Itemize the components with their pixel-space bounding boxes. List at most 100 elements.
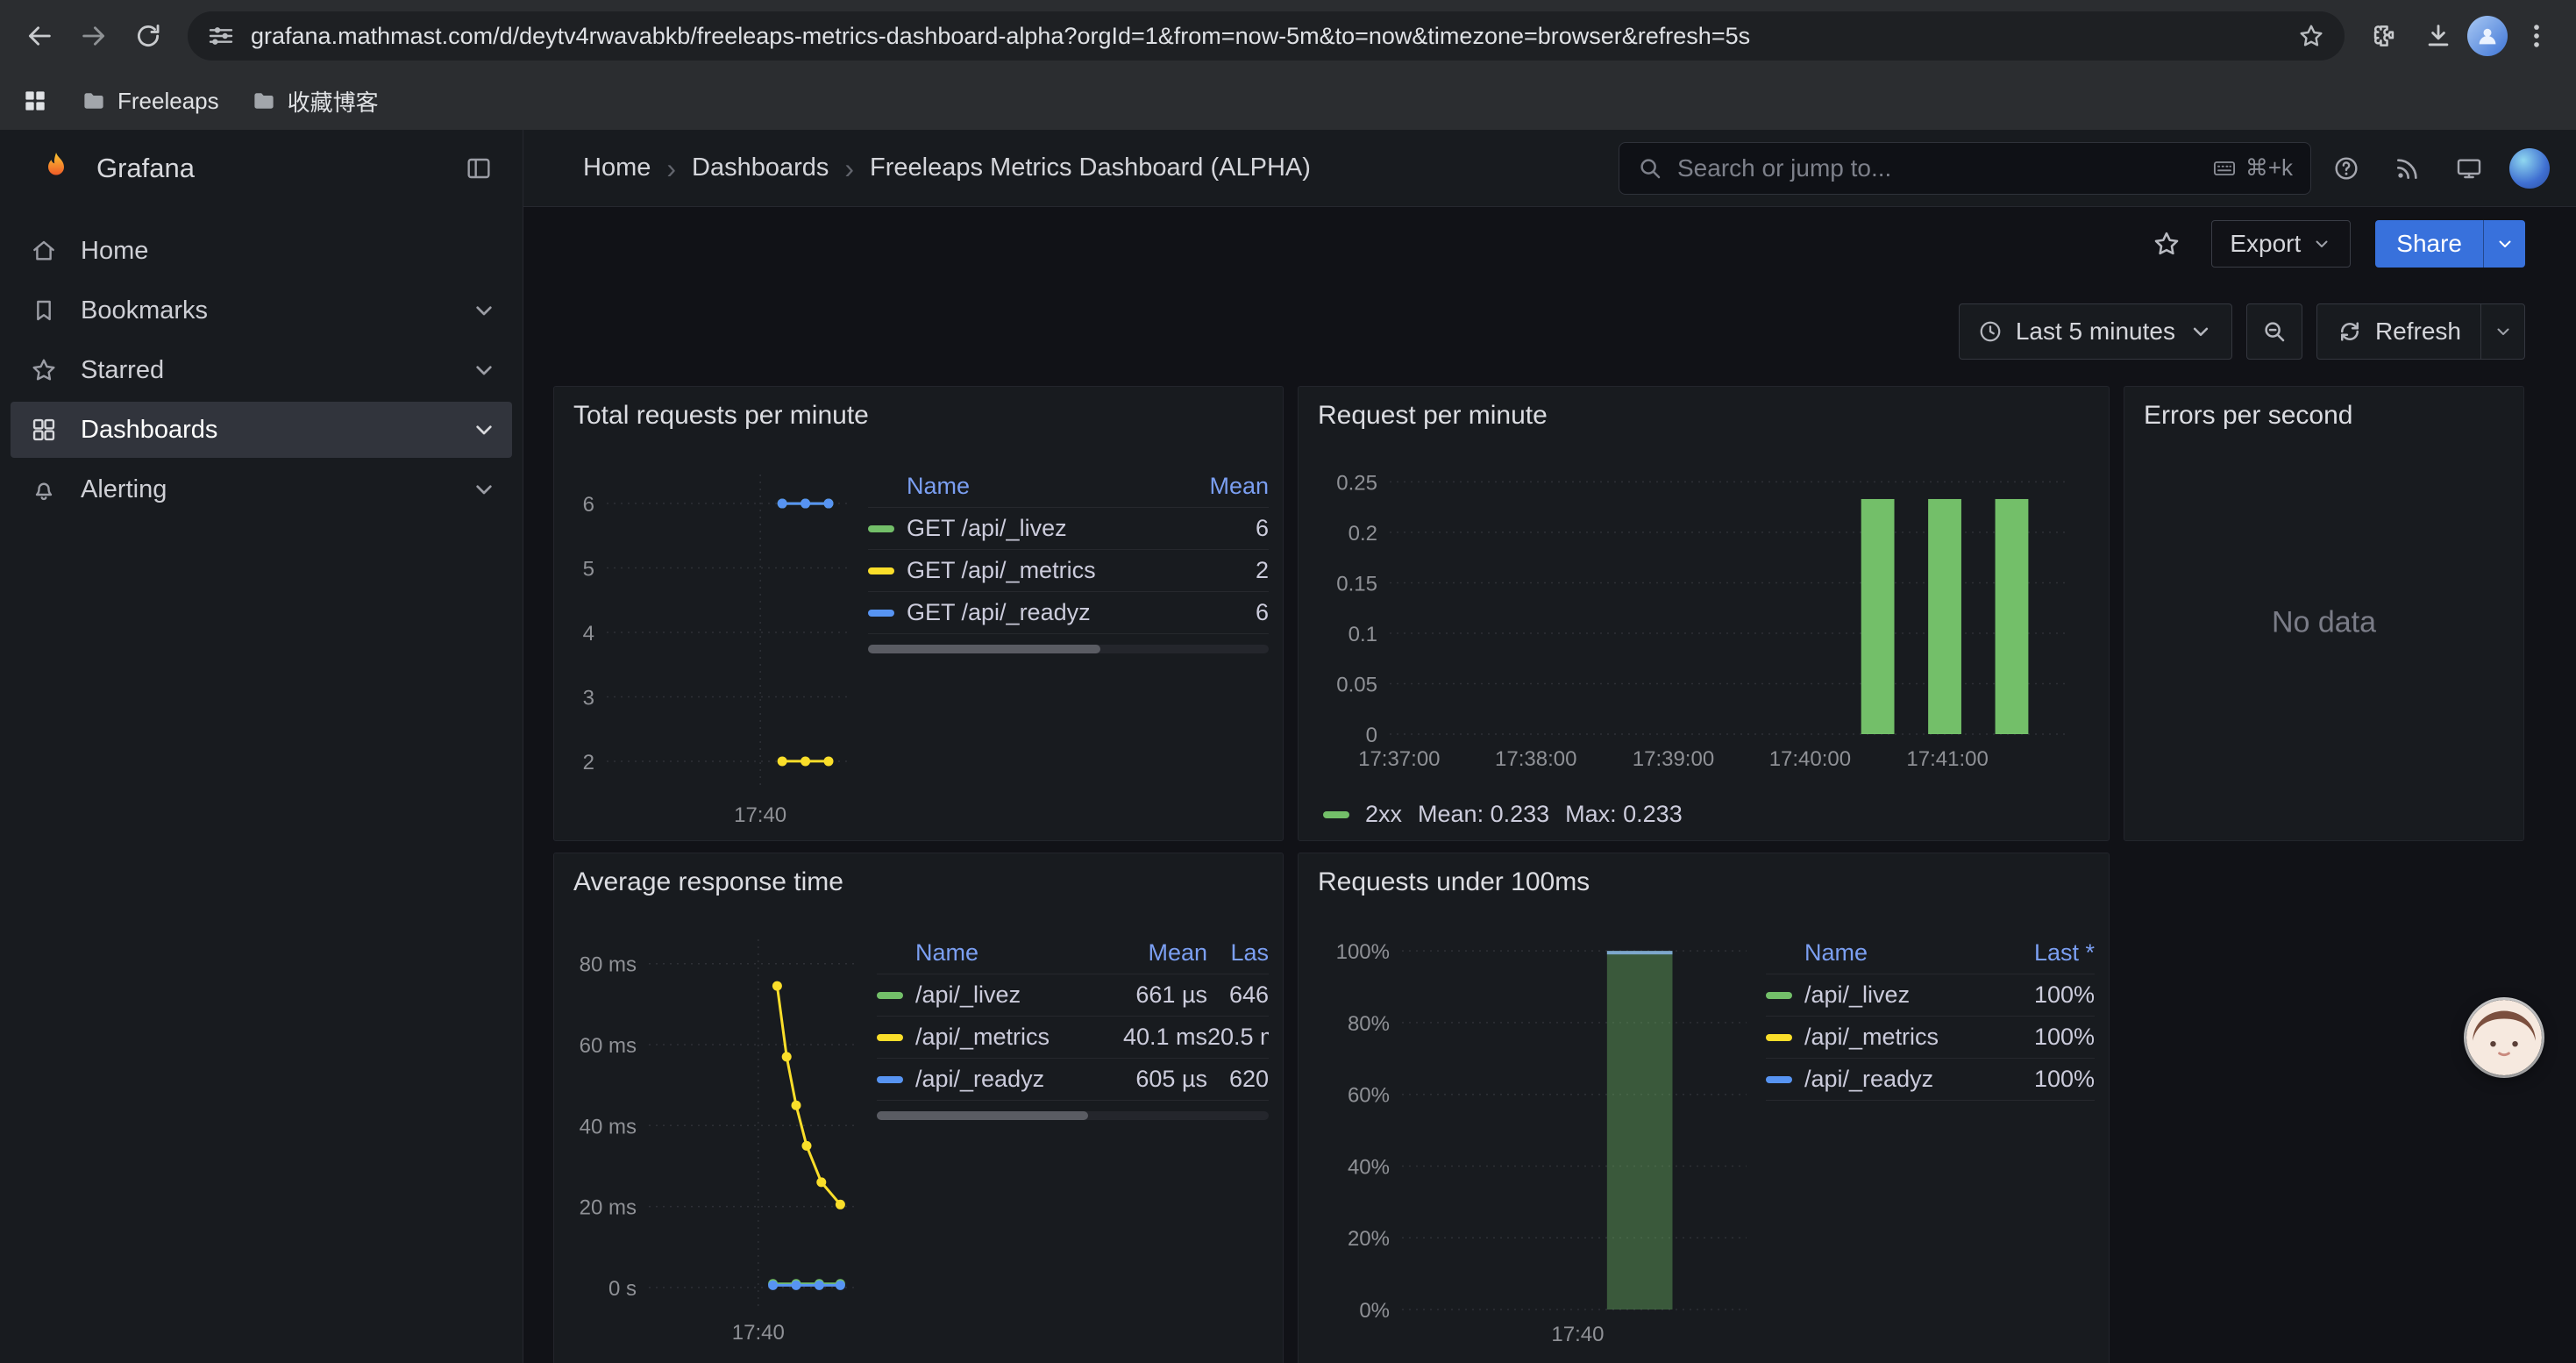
downloads-button[interactable]: [2413, 11, 2464, 61]
panel-title[interactable]: Total requests per minute: [554, 387, 1283, 436]
chevron-down-icon: [2311, 233, 2332, 254]
chevron-down-icon[interactable]: [470, 356, 498, 384]
panel-title[interactable]: Requests under 100ms: [1299, 853, 2109, 903]
legend-table: Name Mean GET /api/_livez 6 GET /api/_me…: [868, 466, 1269, 829]
chevron-down-icon: [2494, 233, 2516, 254]
help-button[interactable]: [2320, 142, 2373, 195]
chevron-down-icon[interactable]: [470, 475, 498, 503]
brand-row: Grafana: [0, 130, 523, 207]
svg-text:0%: 0%: [1359, 1299, 1390, 1323]
panel-total-requests[interactable]: Total requests per minute 6543217:40 Nam…: [553, 386, 1284, 841]
share-button[interactable]: Share: [2375, 220, 2483, 268]
panel-title[interactable]: Errors per second: [2124, 387, 2523, 436]
refresh-interval-button[interactable]: [2480, 304, 2524, 359]
timeseries-chart[interactable]: 80 ms60 ms40 ms20 ms0 s17:40: [568, 924, 866, 1350]
bookmark-star-icon[interactable]: [2297, 22, 2325, 50]
chevron-down-icon[interactable]: [470, 416, 498, 444]
apps-grid-icon[interactable]: [21, 87, 49, 115]
sidebar-item-label: Alerting: [81, 475, 167, 504]
bar-chart[interactable]: 0.250.20.150.10.05017:37:0017:38:0017:39…: [1313, 452, 2084, 785]
bookmark-folder-freeleaps[interactable]: Freeleaps: [81, 88, 219, 115]
svg-text:0.15: 0.15: [1336, 572, 1377, 596]
chevron-down-icon[interactable]: [470, 296, 498, 325]
grafana-logo[interactable]: [37, 149, 75, 188]
search-input[interactable]: [1677, 154, 2198, 182]
legend-row[interactable]: GET /api/_metrics 2: [868, 550, 1269, 592]
sidebar-item-bookmarks[interactable]: Bookmarks: [11, 282, 512, 339]
share-menu-button[interactable]: [2483, 220, 2525, 268]
svg-text:0.2: 0.2: [1348, 522, 1377, 546]
legend-row[interactable]: /api/_metrics 100%: [1766, 1017, 2095, 1059]
export-button[interactable]: Export: [2211, 220, 2351, 268]
legend-row[interactable]: /api/_metrics 40.1 ms 20.5 m: [877, 1017, 1269, 1059]
extensions-button[interactable]: [2359, 11, 2409, 61]
sidebar-item-home[interactable]: Home: [11, 223, 512, 279]
browser-toolbar: grafana.mathmast.com/d/deytv4rwavabkb/fr…: [0, 0, 2576, 72]
panel-avg-response-time[interactable]: Average response time 80 ms60 ms40 ms20 …: [553, 853, 1284, 1363]
svg-text:2: 2: [583, 751, 594, 774]
panel-title[interactable]: Request per minute: [1299, 387, 2109, 436]
chart-legend: 2xx Mean: 0.233 Max: 0.233: [1323, 801, 1683, 828]
browser-profile-avatar[interactable]: [2467, 16, 2508, 56]
sidebar-item-dashboards[interactable]: Dashboards: [11, 402, 512, 458]
site-settings-icon[interactable]: [207, 22, 235, 50]
series-name[interactable]: 2xx: [1365, 801, 1402, 828]
breadcrumb-home[interactable]: Home: [583, 153, 651, 182]
display-button[interactable]: [2443, 142, 2495, 195]
svg-text:20%: 20%: [1348, 1227, 1390, 1251]
svg-text:0.25: 0.25: [1336, 471, 1377, 495]
breadcrumb-current: Freeleaps Metrics Dashboard (ALPHA): [870, 153, 1311, 182]
breadcrumb-dashboards[interactable]: Dashboards: [692, 153, 829, 182]
panel-errors-per-second[interactable]: Errors per second No data: [2124, 386, 2524, 841]
sidebar: Grafana Home Bookmarks Starred Dashboard…: [0, 130, 523, 1363]
refresh-label: Refresh: [2375, 318, 2461, 346]
legend-scrollbar[interactable]: [877, 1111, 1269, 1120]
monitor-icon: [2455, 154, 2483, 182]
legend-row[interactable]: GET /api/_livez 6: [868, 508, 1269, 550]
url-text[interactable]: grafana.mathmast.com/d/deytv4rwavabkb/fr…: [251, 23, 2281, 50]
legend-row[interactable]: /api/_readyz 605 µs 620: [877, 1059, 1269, 1101]
panel-title[interactable]: Average response time: [554, 853, 1283, 903]
address-bar[interactable]: grafana.mathmast.com/d/deytv4rwavabkb/fr…: [188, 11, 2345, 61]
kebab-menu-icon: [2522, 21, 2551, 51]
bookmarks-bar: Freeleaps 收藏博客: [0, 72, 2576, 130]
panel-requests-under-100ms[interactable]: Requests under 100ms 100%80%60%40%20%0%1…: [1298, 853, 2110, 1363]
timeseries-chart[interactable]: 6543217:40: [568, 457, 857, 829]
panel-requests-per-minute[interactable]: Request per minute 0.250.20.150.10.05017…: [1298, 386, 2110, 841]
news-button[interactable]: [2381, 142, 2434, 195]
legend-row[interactable]: /api/_livez 661 µs 646: [877, 974, 1269, 1017]
legend-scrollbar[interactable]: [868, 645, 1269, 653]
sidebar-item-alerting[interactable]: Alerting: [11, 461, 512, 517]
svg-text:0.1: 0.1: [1348, 623, 1377, 646]
favorite-dashboard-button[interactable]: [2146, 224, 2187, 264]
dock-sidebar-icon[interactable]: [465, 154, 493, 182]
user-avatar[interactable]: [2509, 148, 2550, 189]
legend-row[interactable]: /api/_livez 100%: [1766, 974, 2095, 1017]
time-range-label: Last 5 minutes: [2016, 318, 2175, 346]
bell-icon: [30, 475, 58, 503]
reload-button[interactable]: [123, 11, 174, 61]
legend-row[interactable]: /api/_readyz 100%: [1766, 1059, 2095, 1101]
refresh-button[interactable]: Refresh: [2317, 304, 2480, 359]
svg-text:80 ms: 80 ms: [580, 953, 637, 977]
app-header: Home › Dashboards › Freeleaps Metrics Da…: [523, 130, 2576, 207]
svg-text:17:38:00: 17:38:00: [1495, 747, 1576, 771]
back-button[interactable]: [14, 11, 65, 61]
zoom-out-button[interactable]: [2246, 303, 2302, 360]
chevron-down-icon: [2188, 318, 2214, 345]
bookmark-folder-blogs[interactable]: 收藏博客: [251, 85, 379, 118]
forward-button[interactable]: [68, 11, 119, 61]
sidebar-item-starred[interactable]: Starred: [11, 342, 512, 398]
browser-menu-button[interactable]: [2511, 11, 2562, 61]
assistant-avatar[interactable]: [2466, 1000, 2542, 1075]
svg-text:0: 0: [1366, 724, 1377, 747]
legend-row[interactable]: GET /api/_readyz 6: [868, 592, 1269, 634]
star-icon: [30, 356, 58, 384]
search-box[interactable]: ⌘+k: [1619, 142, 2311, 195]
series-color-dash: [1766, 1034, 1792, 1041]
bar-chart[interactable]: 100%80%60%40%20%0%17:40: [1313, 924, 1755, 1359]
avatar-face: [2466, 1000, 2542, 1075]
sidebar-nav: Home Bookmarks Starred Dashboards Alerti…: [0, 207, 523, 519]
time-range-picker[interactable]: Last 5 minutes: [1959, 303, 2232, 360]
main-area: Home › Dashboards › Freeleaps Metrics Da…: [523, 130, 2576, 1363]
